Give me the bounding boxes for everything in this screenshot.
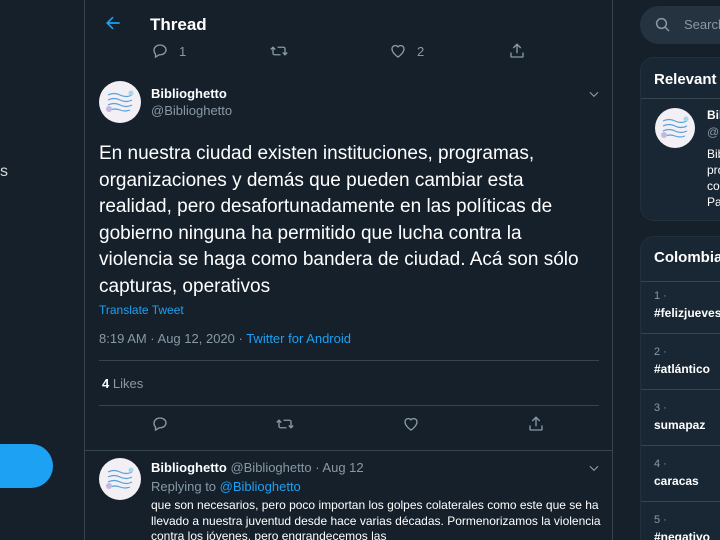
tweet-meta: 8:19 AM · Aug 12, 2020 · Twitter for And… bbox=[99, 331, 351, 346]
separator bbox=[641, 501, 720, 502]
bio-line: pro bbox=[707, 163, 720, 177]
bio-line: Bib bbox=[707, 147, 720, 161]
separator bbox=[85, 450, 612, 451]
relevant-name[interactable]: Bibl bbox=[707, 108, 720, 122]
tweet-timestamp[interactable]: 8:19 AM · Aug 12, 2020 · bbox=[99, 331, 246, 346]
thread-header: Thread bbox=[85, 0, 612, 48]
retweet-icon bbox=[270, 46, 288, 56]
card-title: Colombia bbox=[654, 249, 720, 266]
card-title: Relevant bbox=[654, 71, 717, 88]
relevant-handle[interactable]: @ bbox=[707, 125, 719, 139]
chevron-down-icon[interactable] bbox=[587, 87, 601, 101]
search-box[interactable]: Search bbox=[640, 6, 720, 44]
trend-rank: 5 · bbox=[654, 514, 667, 526]
tweet-text: En nuestra ciudad existen instituciones,… bbox=[99, 143, 579, 297]
reply-count: 1 bbox=[179, 43, 187, 59]
avatar-image bbox=[661, 116, 689, 138]
trend-rank: 3 · bbox=[654, 402, 667, 414]
reply-header: Biblioghetto @Biblioghetto · Aug 12 bbox=[151, 460, 364, 475]
bio-line: co bbox=[707, 179, 720, 193]
separator bbox=[641, 98, 720, 99]
tweet-date[interactable]: · Aug 12 bbox=[312, 460, 363, 475]
author-handle[interactable]: @Biblioghetto bbox=[151, 103, 232, 118]
retweet-button[interactable] bbox=[276, 415, 294, 433]
reply-button[interactable] bbox=[151, 415, 169, 433]
trends-card: Colombia 1 · #felizjueves 2 · #atlántico… bbox=[640, 236, 720, 540]
trend-rank: 1 · bbox=[654, 290, 667, 302]
avatar[interactable] bbox=[99, 81, 141, 123]
search-icon bbox=[655, 17, 670, 32]
relevant-bio: Bib pro co Pa bbox=[707, 146, 720, 210]
author-name[interactable]: Biblioghetto bbox=[151, 460, 227, 475]
replying-handle-link[interactable]: @Biblioghetto bbox=[220, 479, 301, 494]
previous-tweet-actions: 1 2 bbox=[85, 42, 612, 66]
trend-rank: 2 · bbox=[654, 346, 667, 358]
share-button[interactable] bbox=[527, 415, 545, 433]
heart-icon bbox=[391, 44, 405, 58]
separator bbox=[641, 333, 720, 334]
reply-icon bbox=[153, 44, 167, 59]
likes-summary[interactable]: 4 Likes bbox=[102, 376, 143, 391]
trend-item[interactable]: #felizjueves bbox=[654, 306, 720, 320]
trend-item[interactable]: sumapaz bbox=[654, 418, 705, 432]
share-icon bbox=[510, 43, 524, 58]
share-icon bbox=[529, 416, 543, 431]
bio-line: Pa bbox=[707, 195, 720, 209]
replying-to: Replying to @Biblioghetto bbox=[151, 479, 301, 494]
author-name[interactable]: Biblioghetto bbox=[151, 86, 227, 101]
page-title: Thread bbox=[150, 15, 207, 34]
search-input[interactable]: Search bbox=[684, 17, 720, 32]
like-button[interactable] bbox=[402, 415, 420, 433]
translate-link[interactable]: Translate Tweet bbox=[99, 303, 184, 317]
back-arrow-icon[interactable] bbox=[103, 13, 123, 33]
separator bbox=[641, 445, 720, 446]
right-column: Search Relevant Bibl @ Bib pro co Pa Col… bbox=[640, 0, 720, 540]
divider bbox=[99, 405, 599, 406]
reply-button[interactable]: 1 bbox=[151, 42, 186, 60]
author-handle[interactable]: @Biblioghetto bbox=[227, 460, 311, 475]
divider bbox=[99, 360, 599, 361]
avatar-image bbox=[106, 90, 134, 112]
likes-label: Likes bbox=[109, 376, 144, 391]
tweet-actions bbox=[85, 415, 612, 439]
trend-item[interactable]: caracas bbox=[654, 474, 699, 488]
trend-rank: 4 · bbox=[654, 458, 667, 470]
main-column: Thread 1 2 Biblioghetto @Biblioghetto En… bbox=[84, 0, 613, 540]
separator bbox=[641, 281, 720, 282]
trend-item[interactable]: #negativo bbox=[654, 530, 710, 540]
left-sidebar: s bbox=[0, 0, 84, 540]
tweet-source-link[interactable]: Twitter for Android bbox=[246, 331, 351, 346]
avatar[interactable] bbox=[655, 108, 695, 148]
tweet-text: que son necesarios, pero poco importan l… bbox=[151, 498, 601, 540]
heart-icon bbox=[404, 417, 418, 431]
like-count: 2 bbox=[417, 43, 425, 59]
avatar-image bbox=[106, 467, 134, 489]
avatar[interactable] bbox=[99, 458, 141, 500]
nav-label-fragment[interactable]: s bbox=[0, 163, 8, 181]
share-button[interactable] bbox=[508, 42, 526, 60]
retweet-icon bbox=[276, 419, 294, 429]
chevron-down-icon[interactable] bbox=[587, 461, 601, 475]
retweet-button[interactable] bbox=[270, 42, 288, 60]
trend-item[interactable]: #atlántico bbox=[654, 362, 710, 376]
relevant-people-card: Relevant Bibl @ Bib pro co Pa bbox=[640, 57, 720, 221]
reply-icon bbox=[153, 417, 167, 432]
tweet-button[interactable] bbox=[0, 444, 53, 488]
separator bbox=[641, 389, 720, 390]
replying-label: Replying to bbox=[151, 479, 220, 494]
like-button[interactable]: 2 bbox=[389, 42, 424, 60]
